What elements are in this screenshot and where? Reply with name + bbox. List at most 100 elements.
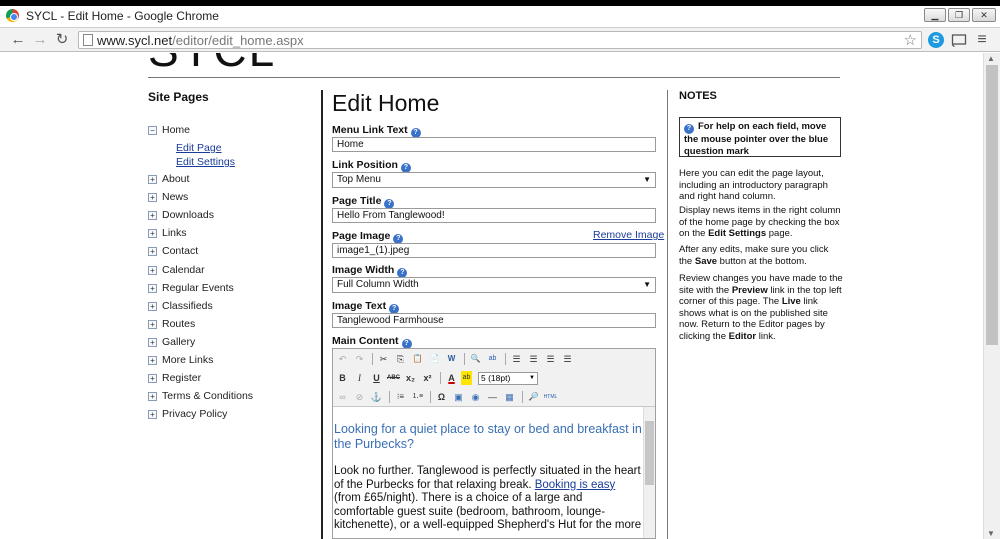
align-center-icon[interactable]: ☰ [526, 352, 541, 366]
paste-word-icon[interactable]: W [444, 352, 459, 366]
font-size-select[interactable]: 5 (18pt) ▼ [478, 371, 538, 385]
collapse-icon[interactable]: − [148, 126, 157, 135]
url-text[interactable]: www.sycl.net/editor/edit_home.aspx [97, 33, 304, 48]
edit-page-link[interactable]: Edit Page [176, 142, 222, 154]
redo-icon[interactable]: ↷ [352, 352, 367, 366]
font-color-icon[interactable]: A [444, 371, 459, 385]
sidebar-item-about[interactable]: + About [148, 172, 253, 190]
address-bar[interactable]: www.sycl.net/editor/edit_home.aspx ☆ [78, 31, 922, 49]
expand-icon[interactable]: + [148, 301, 157, 311]
page-scrollbar[interactable]: ▲ ▼ [983, 53, 1000, 539]
scroll-up-icon[interactable]: ▲ [987, 54, 995, 63]
expand-icon[interactable]: + [148, 265, 157, 275]
notes-paragraph-4: Review changes you have made to the site… [679, 273, 844, 342]
page-scrollbar-thumb[interactable] [986, 65, 998, 345]
flash-icon[interactable]: ◉ [468, 390, 483, 404]
sidebar-sub-edit-page[interactable]: Edit Page [148, 141, 253, 155]
horizontal-rule-icon[interactable]: — [485, 390, 500, 404]
sidebar-item-register[interactable]: + Register [148, 371, 253, 389]
unlink-icon[interactable]: ⊘ [352, 390, 367, 404]
page-title-input[interactable]: Hello From Tanglewood! [332, 208, 656, 223]
numbered-list-icon[interactable]: ⒈≡ [410, 390, 425, 404]
close-button[interactable]: ✕ [972, 8, 996, 22]
expand-icon[interactable]: + [148, 247, 157, 257]
sidebar-item-home[interactable]: − Home [148, 123, 253, 141]
cast-icon[interactable] [951, 32, 967, 48]
justify-icon[interactable]: ☰ [560, 352, 575, 366]
expand-icon[interactable]: + [148, 229, 157, 239]
italic-icon[interactable]: I [352, 371, 367, 385]
back-button[interactable]: ← [9, 31, 27, 49]
bookmark-star-icon[interactable]: ☆ [904, 31, 917, 49]
sidebar-item-contact[interactable]: + Contact [148, 244, 253, 262]
sidebar-item-downloads[interactable]: + Downloads [148, 208, 253, 226]
dropdown-arrow-icon[interactable]: ▼ [643, 278, 651, 292]
align-left-icon[interactable]: ☰ [509, 352, 524, 366]
copy-icon[interactable]: ⎘ [393, 352, 408, 366]
paste-icon[interactable]: 📋 [410, 352, 425, 366]
image-text-input[interactable]: Tanglewood Farmhouse [332, 313, 656, 328]
expand-icon[interactable]: + [148, 374, 157, 384]
expand-icon[interactable]: + [148, 283, 157, 293]
menu-link-text-input[interactable]: Home [332, 137, 656, 152]
skype-extension-icon[interactable]: S [928, 32, 944, 48]
sidebar-item-terms[interactable]: + Terms & Conditions [148, 389, 253, 407]
dropdown-arrow-icon[interactable]: ▼ [529, 373, 535, 384]
highlight-icon[interactable]: ab [461, 371, 472, 385]
dropdown-arrow-icon[interactable]: ▼ [643, 173, 651, 187]
sidebar-item-news[interactable]: + News [148, 190, 253, 208]
expand-icon[interactable]: + [148, 211, 157, 221]
restore-button[interactable]: ❐ [948, 8, 970, 22]
sidebar-item-regular-events[interactable]: + Regular Events [148, 281, 253, 299]
booking-link[interactable]: Booking is easy [535, 479, 616, 491]
expand-icon[interactable]: + [148, 337, 157, 347]
minimize-button[interactable]: ▁ [924, 8, 946, 22]
sidebar-item-classifieds[interactable]: + Classifieds [148, 299, 253, 317]
expand-icon[interactable]: + [148, 175, 157, 185]
expand-icon[interactable]: + [148, 392, 157, 402]
find-icon[interactable]: 🔍 [468, 352, 483, 366]
insert-image-icon[interactable]: ▣ [451, 390, 466, 404]
bold-icon[interactable]: B [335, 371, 350, 385]
align-right-icon[interactable]: ☰ [543, 352, 558, 366]
editor-scrollbar-thumb[interactable] [645, 421, 654, 485]
remove-image-link[interactable]: Remove Image [593, 229, 664, 241]
replace-icon[interactable]: ab [485, 352, 500, 366]
bullet-list-icon[interactable]: ⁝≡ [393, 390, 408, 404]
table-icon[interactable]: ▦ [502, 390, 517, 404]
image-width-select[interactable]: Full Column Width ▼ [332, 277, 656, 293]
sidebar-sub-edit-settings[interactable]: Edit Settings [148, 155, 253, 169]
sidebar-item-gallery[interactable]: + Gallery [148, 335, 253, 353]
special-char-icon[interactable]: Ω [434, 390, 449, 404]
expand-icon[interactable]: + [148, 319, 157, 329]
site-logo[interactable]: SYCL [148, 53, 276, 77]
subscript-icon[interactable]: x₂ [403, 371, 418, 385]
edit-settings-link[interactable]: Edit Settings [176, 156, 235, 168]
preview-icon[interactable]: 🔎 [526, 390, 541, 404]
chrome-menu-icon[interactable]: ≡ [974, 32, 990, 48]
sidebar-item-more-links[interactable]: + More Links [148, 353, 253, 371]
expand-icon[interactable]: + [148, 410, 157, 420]
expand-icon[interactable]: + [148, 356, 157, 366]
sidebar-item-routes[interactable]: + Routes [148, 317, 253, 335]
undo-icon[interactable]: ↶ [335, 352, 350, 366]
superscript-icon[interactable]: x² [420, 371, 435, 385]
sidebar-item-calendar[interactable]: + Calendar [148, 263, 253, 281]
underline-icon[interactable]: U [369, 371, 384, 385]
editor-scrollbar[interactable] [643, 407, 655, 538]
page-image-input[interactable]: image1_(1).jpeg [332, 243, 656, 258]
sidebar-item-privacy[interactable]: + Privacy Policy [148, 407, 253, 425]
html-source-icon[interactable]: HTML [543, 390, 558, 404]
strikethrough-icon[interactable]: ABC [386, 371, 401, 385]
cut-icon[interactable]: ✂ [376, 352, 391, 366]
scroll-down-icon[interactable]: ▼ [987, 529, 995, 538]
forward-button[interactable]: → [31, 31, 49, 49]
anchor-icon[interactable]: ⚓ [369, 390, 384, 404]
expand-icon[interactable]: + [148, 193, 157, 203]
link-icon[interactable]: ∞ [335, 390, 350, 404]
editor-content[interactable]: Looking for a quiet place to stay or bed… [333, 407, 643, 538]
paste-text-icon[interactable]: 📄 [427, 352, 442, 366]
sidebar-item-links[interactable]: + Links [148, 226, 253, 244]
reload-button[interactable]: ↻ [53, 31, 71, 49]
link-position-select[interactable]: Top Menu ▼ [332, 172, 656, 188]
